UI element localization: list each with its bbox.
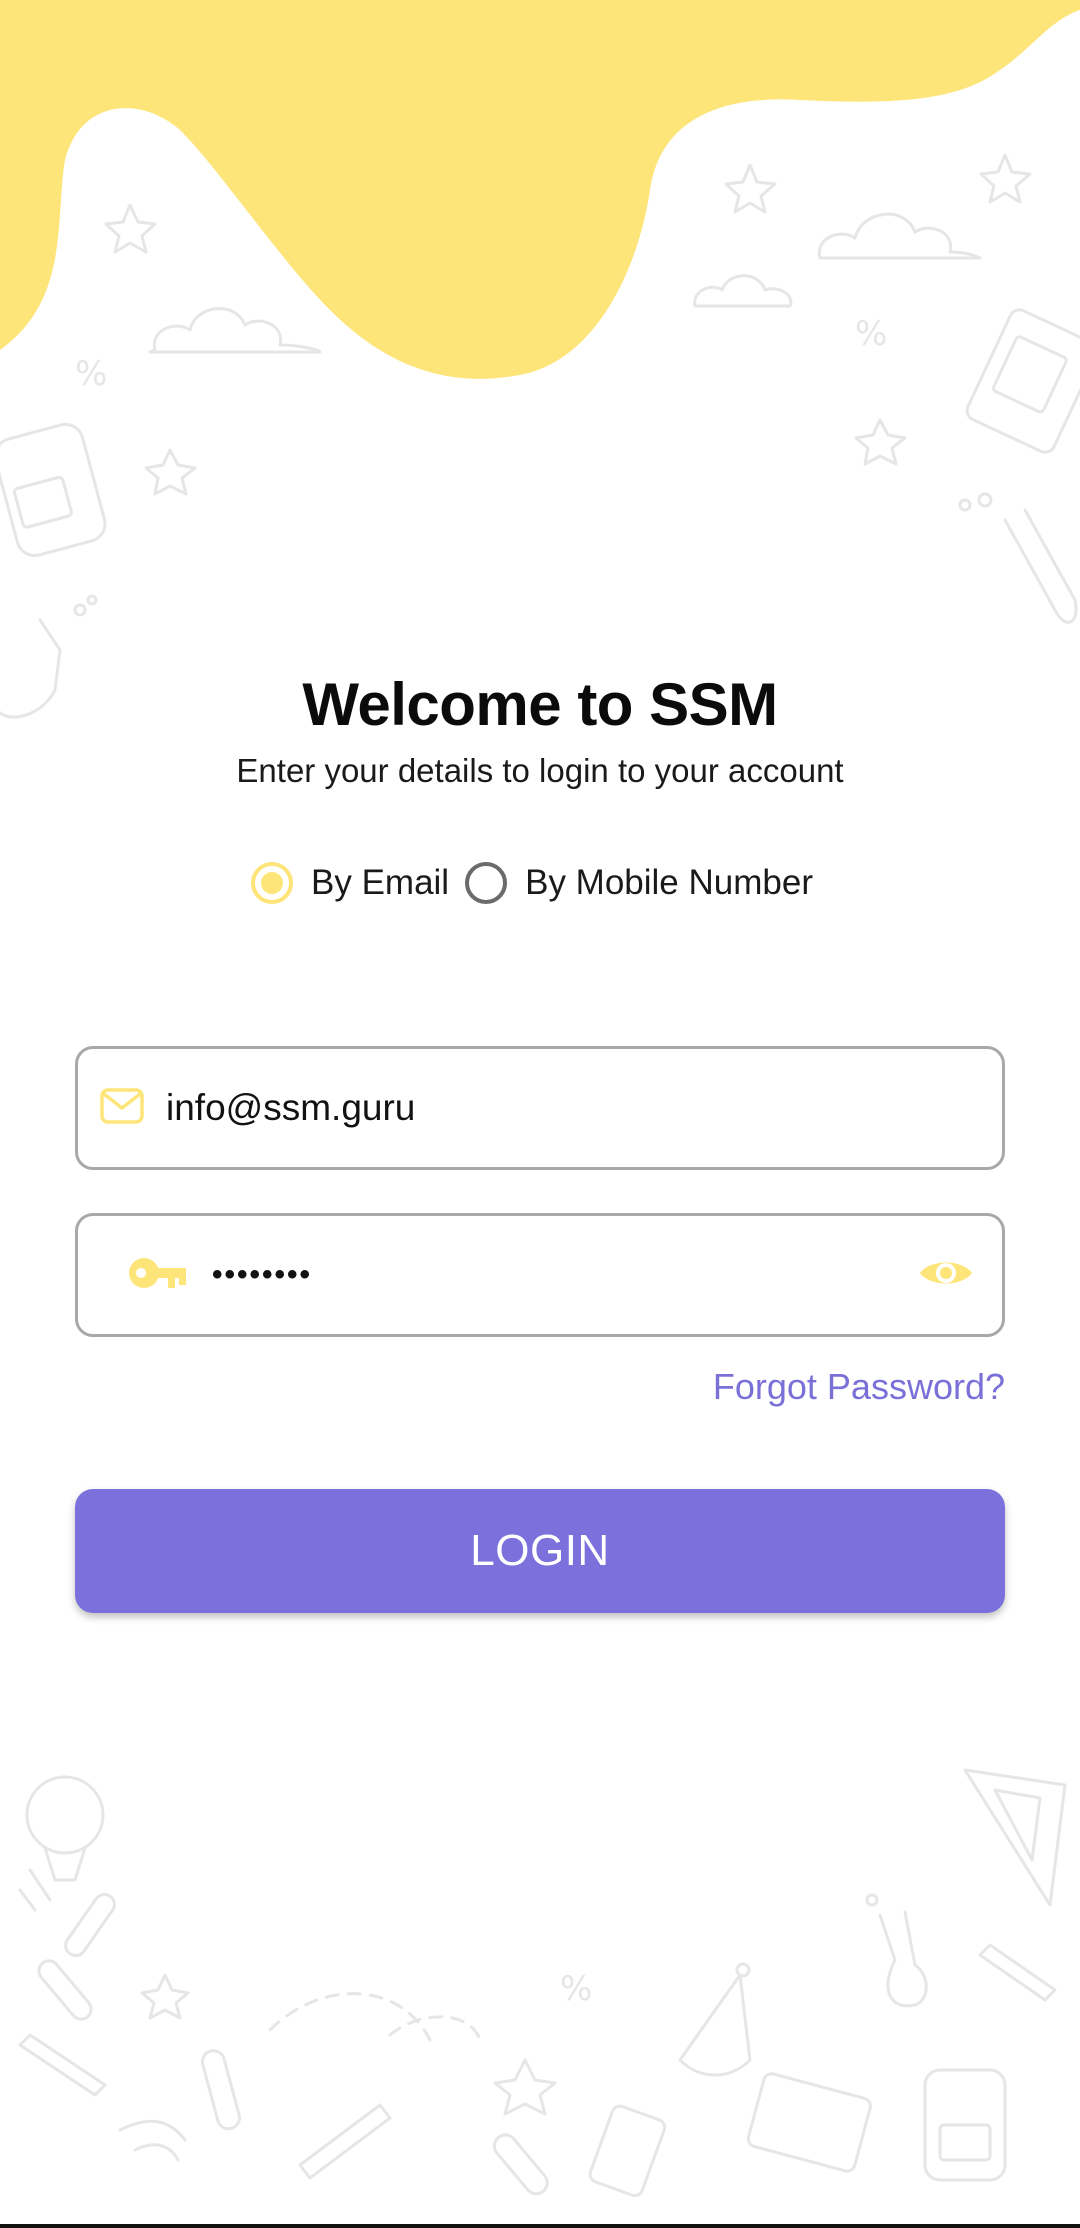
mobile-radio-button[interactable] [465,862,508,904]
email-radio-button[interactable] [251,862,293,904]
login-button[interactable]: LOGIN [75,1489,1005,1613]
email-input-value[interactable]: info@ssm.guru [166,1087,415,1129]
login-method-mobile-option[interactable]: By Mobile Number [465,862,829,904]
svg-text:%: % [75,354,107,394]
nav-bar-line [0,2224,1080,2228]
login-method-selector: By Email By Mobile Number [0,862,1080,904]
key-icon [128,1256,188,1295]
page-title: Welcome to SSM [302,671,778,738]
email-radio-label[interactable]: By Email [311,863,449,903]
login-method-email-option[interactable]: By Email [251,862,465,904]
mobile-radio-label[interactable]: By Mobile Number [525,863,813,903]
email-field[interactable]: info@ssm.guru [75,1046,1005,1170]
password-field[interactable]: •••••••• [75,1213,1005,1337]
radio-selected-dot [261,872,283,894]
mail-icon [100,1087,144,1129]
svg-text:%: % [560,1969,592,2009]
password-input-value[interactable]: •••••••• [212,1258,918,1292]
eye-icon[interactable] [918,1255,974,1296]
svg-text:%: % [855,314,887,354]
page-subtitle: Enter your details to login to your acco… [236,752,844,789]
forgot-password-link[interactable]: Forgot Password? [713,1366,1005,1408]
